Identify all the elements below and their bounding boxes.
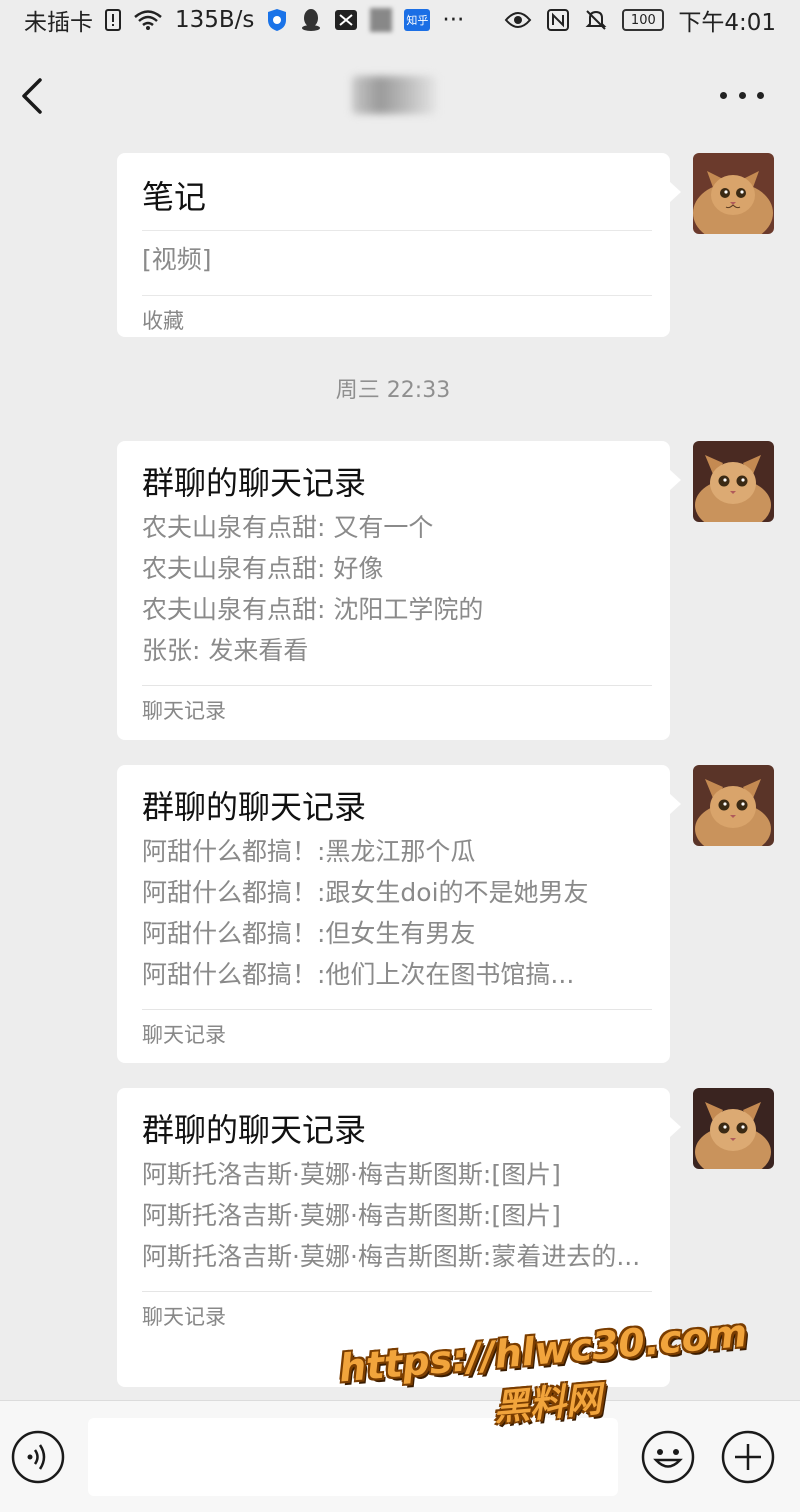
chat-record-card[interactable]: 群聊的聊天记录 农夫山泉有点甜: 又有一个 农夫山泉有点甜: 好像 农夫山泉有点… bbox=[117, 441, 681, 740]
more-dots-icon bbox=[720, 91, 727, 99]
card-line: 张张: 发来看看 bbox=[142, 636, 309, 665]
note-title: 笔记 bbox=[142, 178, 207, 216]
zhihu-icon: 知乎 bbox=[404, 9, 431, 31]
title-bar bbox=[0, 50, 800, 140]
voice-button[interactable] bbox=[10, 1429, 66, 1485]
blurred-icon bbox=[370, 8, 393, 32]
card-line: 阿甜什么都搞！:但女生有男友 bbox=[142, 919, 476, 948]
network-speed: 135B/s bbox=[175, 7, 255, 33]
avatar[interactable] bbox=[693, 153, 774, 234]
chat-record-card[interactable]: 群聊的聊天记录 阿甜什么都搞！:黑龙江那个瓜 阿甜什么都搞！:跟女生doi的不是… bbox=[117, 765, 681, 1063]
chevron-left-icon bbox=[22, 78, 42, 114]
avatar[interactable] bbox=[693, 765, 774, 846]
battery-icon: 100 bbox=[622, 9, 665, 31]
nfc-icon bbox=[546, 8, 570, 32]
qq-icon bbox=[300, 8, 322, 32]
card-line: 阿甜什么都搞！:跟女生doi的不是她男友 bbox=[142, 878, 589, 907]
message-timestamp: 周三 22:33 bbox=[335, 378, 451, 403]
card-line: 阿斯托洛吉斯·莫娜·梅吉斯图斯:[图片] bbox=[142, 1201, 561, 1230]
chat-title-blurred bbox=[352, 76, 436, 114]
card-line: 阿甜什么都搞！:他们上次在图书馆搞... bbox=[142, 960, 575, 989]
shield-icon bbox=[266, 8, 288, 32]
card-title: 群聊的聊天记录 bbox=[142, 1111, 367, 1149]
wifi-icon bbox=[133, 9, 163, 31]
card-line: 农夫山泉有点甜: 好像 bbox=[142, 554, 384, 583]
note-footer: 收藏 bbox=[142, 309, 184, 333]
card-line: 阿斯托洛吉斯·莫娜·梅吉斯图斯:[图片] bbox=[142, 1160, 561, 1189]
card-line: 农夫山泉有点甜: 沈阳工学院的 bbox=[142, 595, 484, 624]
sim-icon bbox=[105, 9, 121, 31]
clock: 下午4:01 bbox=[678, 10, 776, 36]
battery-level: 100 bbox=[630, 12, 656, 28]
status-bar: 未插卡 135B/s 知乎 ··· 100 下午4:01 bbox=[0, 0, 800, 40]
card-line: 农夫山泉有点甜: 又有一个 bbox=[142, 513, 434, 542]
card-title: 群聊的聊天记录 bbox=[142, 788, 367, 826]
card-line: 阿甜什么都搞！:黑龙江那个瓜 bbox=[142, 837, 476, 866]
eye-icon bbox=[504, 10, 532, 30]
note-card[interactable]: 笔记 [视频] 收藏 bbox=[117, 153, 681, 337]
more-button[interactable] bbox=[720, 80, 764, 110]
card-title: 群聊的聊天记录 bbox=[142, 464, 367, 502]
mute-icon bbox=[584, 8, 608, 32]
avatar[interactable] bbox=[693, 1088, 774, 1169]
voice-icon bbox=[11, 1430, 65, 1484]
capcut-icon bbox=[334, 9, 358, 31]
note-body: [视频] bbox=[142, 245, 212, 274]
chat-screen: 未插卡 135B/s 知乎 ··· 100 下午4:01 笔记 [视频] 收藏 … bbox=[0, 0, 800, 1512]
back-button[interactable] bbox=[16, 74, 56, 118]
card-line: 阿斯托洛吉斯·莫娜·梅吉斯图斯:蒙着进去的... bbox=[142, 1242, 641, 1271]
card-footer: 聊天记录 bbox=[142, 699, 226, 723]
card-footer: 聊天记录 bbox=[142, 1023, 226, 1047]
carrier-text: 未插卡 bbox=[24, 10, 93, 36]
more-notifications: ··· bbox=[442, 7, 465, 33]
avatar[interactable] bbox=[693, 441, 774, 522]
